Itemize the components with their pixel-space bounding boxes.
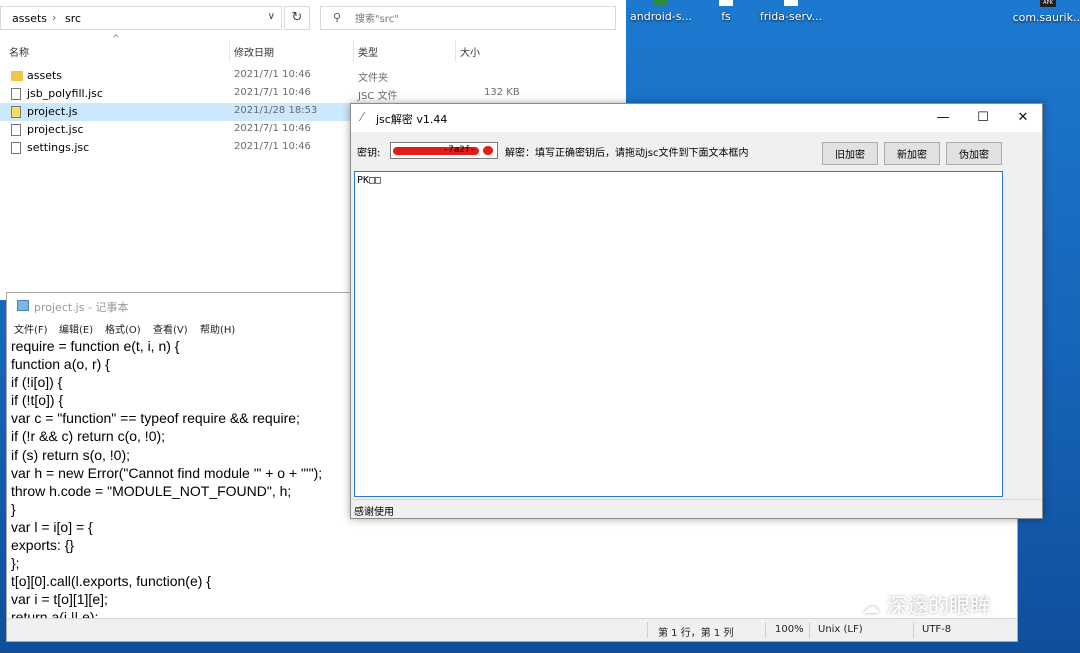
key-visible-text: -7a2f- (443, 145, 476, 155)
file-type: 文件夹 (358, 73, 388, 84)
decrypt-hint: 解密：填写正确密钥后，请拖动jsc文件到下面文本框内 (505, 148, 749, 159)
file-icon (719, 0, 733, 6)
notepad-title: project.js - 记事本 (34, 301, 129, 314)
breadcrumb-src[interactable]: src (65, 12, 81, 25)
jsc-status-bar: 感谢使用 (351, 499, 1042, 518)
apk-icon: APK (1040, 0, 1056, 7)
wechat-icon: ☁ (862, 597, 880, 618)
close-button[interactable]: ✕ (1001, 104, 1045, 132)
file-name: jsb_polyfill.jsc (27, 87, 103, 100)
code-line: t[o][0].call(l.exports, function(e) { (11, 573, 211, 590)
jsc-title-bar[interactable]: ⁄ jsc解密 v1.44 — ☐ ✕ (351, 104, 1042, 132)
jsc-decrypt-window: ⁄ jsc解密 v1.44 — ☐ ✕ 密钥: -7a2f- 解密：填写正确密钥… (350, 103, 1043, 519)
new-encrypt-button[interactable]: 新加密 (884, 142, 940, 165)
refresh-button[interactable]: ↻ (284, 6, 310, 30)
desktop: android-s... fs frida-serv... APK com.sa… (0, 0, 1080, 653)
notepad-status-bar: 第 1 行，第 1 列 100% Unix (LF) UTF-8 (7, 618, 1017, 641)
jsc-status-text: 感谢使用 (354, 507, 394, 518)
status-zoom: 100% (775, 624, 804, 635)
column-header-size[interactable]: 大小 (460, 44, 480, 59)
file-icon (11, 124, 21, 136)
column-divider[interactable] (353, 40, 354, 62)
file-row-assets[interactable]: assets 2021/7/1 10:46 文件夹 (0, 67, 626, 85)
file-type: JSC 文件 (358, 91, 398, 102)
menu-view[interactable]: 查看(V) (153, 321, 188, 336)
column-divider[interactable] (229, 40, 230, 62)
breadcrumb-assets[interactable]: assets (12, 12, 47, 25)
status-encoding: UTF-8 (922, 624, 952, 635)
jsc-drop-text-area[interactable]: PK□□ (354, 171, 1003, 497)
desktop-icon-frida-server[interactable]: frida-serv... (746, 0, 836, 23)
status-divider (765, 622, 766, 638)
file-date: 2021/7/1 10:46 (234, 69, 311, 80)
folder-icon (11, 71, 23, 81)
file-date: 2021/7/1 10:46 (234, 123, 311, 134)
column-header-date[interactable]: 修改日期 (234, 44, 274, 59)
file-date: 2021/1/28 18:53 (234, 105, 318, 116)
file-icon (11, 142, 21, 154)
menu-help[interactable]: 帮助(H) (200, 321, 235, 336)
file-row-project-js[interactable]: project.js 2021/1/28 18:53 (0, 103, 360, 121)
menu-edit[interactable]: 编辑(E) (59, 321, 93, 336)
chevron-down-icon[interactable]: ∨ (268, 11, 275, 22)
decrypted-content: PK□□ (357, 175, 382, 186)
android-server-icon (654, 0, 668, 6)
watermark: ☁ 深邃的眼眸 (862, 590, 991, 620)
refresh-icon: ↻ (291, 10, 303, 25)
status-divider (809, 622, 810, 638)
watermark-text: 深邃的眼眸 (886, 594, 991, 618)
column-header-type[interactable]: 类型 (358, 44, 378, 59)
key-input[interactable]: -7a2f- (390, 142, 498, 159)
fake-encrypt-button[interactable]: 伪加密 (946, 142, 1002, 165)
menu-file[interactable]: 文件(F) (14, 321, 48, 336)
js-file-icon (11, 106, 21, 118)
menu-format[interactable]: 格式(O) (105, 321, 141, 336)
code-line: exports: {} (11, 537, 75, 554)
code-line: var l = i[o] = { (11, 518, 93, 535)
feather-icon: ⁄ (361, 110, 364, 124)
notepad-icon (17, 300, 29, 311)
maximize-button[interactable]: ☐ (961, 104, 1005, 132)
jsc-title: jsc解密 v1.44 (376, 113, 448, 126)
column-divider[interactable] (455, 40, 456, 62)
file-date: 2021/7/1 10:46 (234, 87, 311, 98)
file-icon (784, 0, 798, 6)
search-icon: ⚲ (333, 11, 342, 24)
status-divider (647, 622, 648, 638)
redaction-mark (483, 146, 493, 155)
desktop-icon-apk[interactable]: APK com.saurik... (1008, 0, 1080, 24)
status-divider (913, 622, 914, 638)
status-cursor-position: 第 1 行，第 1 列 (658, 628, 734, 639)
search-box[interactable]: ⚲ (320, 6, 616, 30)
sort-ascending-icon: ^ (112, 34, 120, 44)
file-date: 2021/7/1 10:46 (234, 141, 311, 152)
file-row-jsb-polyfill[interactable]: jsb_polyfill.jsc 2021/7/1 10:46 JSC 文件 1… (0, 85, 626, 103)
address-bar[interactable]: assets › src ∨ (0, 6, 282, 30)
column-header-name[interactable]: 名称 (9, 44, 29, 59)
chevron-right-icon: › (52, 11, 57, 24)
desktop-icon-label: com.saurik... (1012, 11, 1080, 24)
old-encrypt-button[interactable]: 旧加密 (822, 142, 878, 165)
file-name: project.js (27, 105, 78, 118)
file-size: 132 KB (484, 87, 520, 98)
file-name: assets (27, 69, 63, 82)
file-icon (11, 88, 21, 100)
desktop-icon-label: frida-serv... (759, 10, 823, 23)
status-line-ending: Unix (LF) (818, 624, 863, 635)
key-label: 密钥: (357, 148, 381, 159)
search-input[interactable] (353, 10, 607, 28)
code-line: }; (11, 555, 20, 572)
file-name: settings.jsc (27, 141, 90, 154)
file-name: project.jsc (27, 123, 84, 136)
minimize-button[interactable]: — (921, 104, 965, 132)
